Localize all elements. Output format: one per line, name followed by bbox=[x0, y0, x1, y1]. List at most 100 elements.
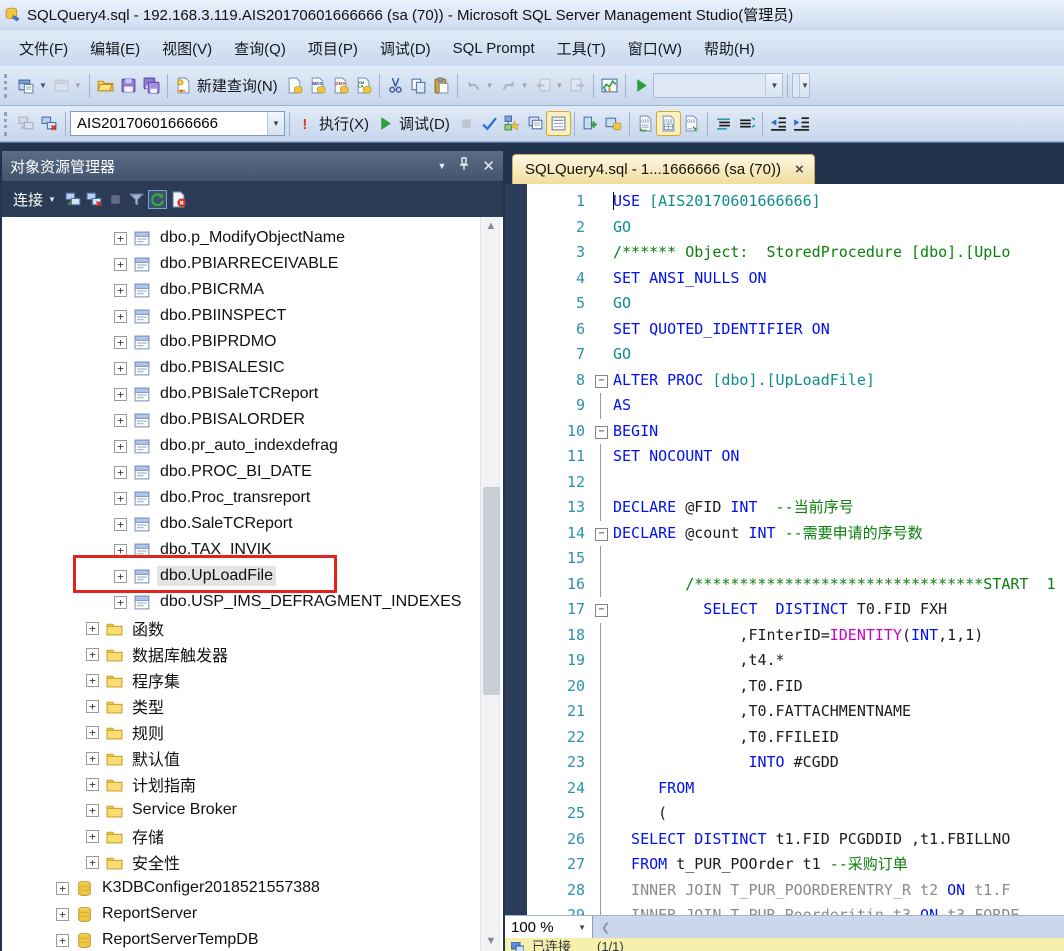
code-line[interactable]: 28 INNER JOIN T_PUR_POORDERENTRY_R t2 ON… bbox=[527, 877, 1064, 904]
connect-object-icon[interactable] bbox=[65, 191, 82, 208]
comment-selection-icon[interactable] bbox=[712, 112, 735, 135]
menu-query[interactable]: 查询(Q) bbox=[223, 32, 297, 65]
code-line[interactable]: 6 SET QUOTED_IDENTIFIER ON bbox=[527, 317, 1064, 343]
code-line[interactable]: 19 ,t4.* bbox=[527, 648, 1064, 674]
chevron-down-icon[interactable]: ▼ bbox=[799, 74, 810, 97]
toolbar-grip[interactable] bbox=[4, 111, 11, 136]
code-line[interactable]: 7 GO bbox=[527, 342, 1064, 368]
database-engine-query-icon[interactable] bbox=[283, 74, 306, 97]
results-to-grid-icon[interactable]: 010 bbox=[655, 111, 681, 136]
filter-icon[interactable] bbox=[128, 191, 145, 208]
close-icon[interactable]: ✕ bbox=[482, 157, 495, 175]
window-position-icon[interactable]: ▼ bbox=[438, 161, 447, 171]
tree-item-k3dbconfiger2018521557388[interactable]: + K3DBConfiger2018521557388 bbox=[2, 875, 503, 901]
collapse-icon[interactable] bbox=[595, 521, 613, 547]
code-line[interactable]: 9 AS bbox=[527, 393, 1064, 419]
tree-item-service-broker[interactable]: + Service Broker bbox=[2, 797, 503, 823]
paste-icon[interactable] bbox=[430, 74, 453, 97]
close-icon[interactable]: × bbox=[795, 161, 804, 178]
refresh-icon[interactable] bbox=[147, 189, 167, 209]
tree-item[interactable]: + 类型 bbox=[2, 693, 503, 719]
connect-menu-button[interactable]: 连接 ▼ bbox=[8, 186, 61, 213]
expand-icon[interactable]: + bbox=[56, 933, 69, 947]
tree-item-dbo-pbiarreceivable[interactable]: + dbo.PBIARRECEIVABLE bbox=[2, 251, 503, 277]
debug-button[interactable]: 调试(D) bbox=[374, 110, 455, 137]
open-file-icon[interactable] bbox=[94, 74, 117, 97]
code-line[interactable]: 21 ,T0.FATTACHMENTNAME bbox=[527, 699, 1064, 725]
tree-item-dbo-proc-bi-date[interactable]: + dbo.PROC_BI_DATE bbox=[2, 459, 503, 485]
expand-icon[interactable]: + bbox=[114, 439, 127, 453]
collapse-icon[interactable] bbox=[595, 419, 613, 445]
tree-scrollbar[interactable]: ▲ ▼ bbox=[480, 217, 501, 951]
code-line[interactable]: 8 ALTER PROC [dbo].[UpLoadFile] bbox=[527, 368, 1064, 394]
tree-item[interactable]: + 存储 bbox=[2, 823, 503, 849]
expand-icon[interactable]: + bbox=[114, 595, 127, 609]
expand-icon[interactable]: + bbox=[114, 491, 127, 505]
tree-item-dbo-pbicrma[interactable]: + dbo.PBICRMA bbox=[2, 277, 503, 303]
tree-item[interactable]: + 程序集 bbox=[2, 667, 503, 693]
code-line[interactable]: 5 GO bbox=[527, 291, 1064, 317]
code-line[interactable]: 4 SET ANSI_NULLS ON bbox=[527, 266, 1064, 292]
code-line[interactable]: 17 SELECT DISTINCT T0.FID FXH bbox=[527, 597, 1064, 623]
expand-icon[interactable]: + bbox=[114, 335, 127, 349]
tab-sqlquery4[interactable]: SQLQuery4.sql - 1...1666666 (sa (70)) × bbox=[512, 154, 815, 184]
copy-icon[interactable] bbox=[407, 74, 430, 97]
tree-item[interactable]: + 数据库触发器 bbox=[2, 641, 503, 667]
tree-item-reportserver[interactable]: + ReportServer bbox=[2, 901, 503, 927]
expand-icon[interactable]: + bbox=[86, 725, 99, 739]
code-line[interactable]: 20 ,T0.FID bbox=[527, 673, 1064, 700]
breakpoint-margin[interactable] bbox=[505, 184, 527, 915]
code-line[interactable]: 15 bbox=[527, 546, 1064, 572]
expand-icon[interactable]: + bbox=[56, 881, 69, 895]
code-line[interactable]: 11 SET NOCOUNT ON bbox=[527, 444, 1064, 470]
results-to-text-icon[interactable]: 010 bbox=[634, 112, 657, 135]
code-line[interactable]: 26 SELECT DISTINCT t1.FID PCGDDID ,t1.FB… bbox=[527, 826, 1064, 853]
expand-icon[interactable]: + bbox=[86, 803, 99, 817]
collapse-icon[interactable] bbox=[595, 597, 613, 623]
expand-icon[interactable]: + bbox=[114, 231, 127, 245]
expand-icon[interactable]: + bbox=[114, 309, 127, 323]
tree-item-dbo-pbisaletcreport[interactable]: + dbo.PBISaleTCReport bbox=[2, 381, 503, 407]
code-editor[interactable]: 1 USE [AIS20170601666666] 2 GO 3 /****** Obje… bbox=[505, 184, 1064, 915]
parse-icon[interactable] bbox=[478, 112, 501, 135]
start-icon[interactable] bbox=[630, 74, 653, 97]
tree-item[interactable]: + 计划指南 bbox=[2, 771, 503, 797]
tree-item-dbo-pbisalorder[interactable]: + dbo.PBISALORDER bbox=[2, 407, 503, 433]
disconnect-object-icon[interactable] bbox=[86, 191, 103, 208]
change-connection-icon[interactable] bbox=[38, 112, 61, 135]
expand-icon[interactable]: + bbox=[86, 699, 99, 713]
code-line[interactable]: 16 /********************************STAR… bbox=[527, 571, 1064, 598]
expand-icon[interactable]: + bbox=[86, 647, 99, 661]
tree-item[interactable]: + 安全性 bbox=[2, 849, 503, 875]
zoom-control[interactable]: 100 % ▼ bbox=[505, 916, 593, 938]
code-line[interactable]: 13 DECLARE @FID INT --当前序号 bbox=[527, 495, 1064, 521]
expand-icon[interactable]: + bbox=[114, 465, 127, 479]
code-line[interactable]: 2 GO bbox=[527, 215, 1064, 241]
save-all-icon[interactable] bbox=[140, 74, 163, 97]
dmx-query-icon[interactable]: DMX bbox=[329, 74, 352, 97]
query-options-icon[interactable] bbox=[524, 112, 547, 135]
expand-icon[interactable]: + bbox=[114, 387, 127, 401]
code-line[interactable]: 23 INTO #CGDD bbox=[527, 750, 1064, 776]
menu-file[interactable]: 文件(F) bbox=[8, 32, 79, 65]
tree-item[interactable]: + 默认值 bbox=[2, 745, 503, 771]
delete-script-icon[interactable] bbox=[170, 191, 187, 208]
toolbar-grip[interactable] bbox=[4, 73, 11, 98]
toolbar-combo[interactable]: ▼ bbox=[653, 73, 784, 98]
tree-item-dbo-pr-auto-indexdefrag[interactable]: + dbo.pr_auto_indexdefrag bbox=[2, 433, 503, 459]
scroll-thumb[interactable] bbox=[483, 487, 500, 695]
code-line[interactable]: 1 USE [AIS20170601666666] bbox=[527, 189, 1064, 215]
design-query-icon[interactable] bbox=[602, 112, 625, 135]
decrease-indent-icon[interactable] bbox=[767, 112, 790, 135]
specify-template-values-icon[interactable] bbox=[579, 112, 602, 135]
code-line[interactable]: 12 bbox=[527, 469, 1064, 496]
horizontal-scrollbar[interactable]: ❮ bbox=[593, 916, 1064, 938]
menu-debug[interactable]: 调试(D) bbox=[369, 32, 442, 65]
code-line[interactable]: 22 ,T0.FFILEID bbox=[527, 724, 1064, 751]
tree-item-reportservertempdb[interactable]: + ReportServerTempDB bbox=[2, 927, 503, 951]
results-pane-icon[interactable] bbox=[545, 111, 571, 136]
code-line[interactable]: 25 ( bbox=[527, 801, 1064, 827]
menu-edit[interactable]: 编辑(E) bbox=[79, 32, 151, 65]
chevron-down-icon[interactable]: ▼ bbox=[267, 112, 284, 135]
save-icon[interactable] bbox=[117, 74, 140, 97]
